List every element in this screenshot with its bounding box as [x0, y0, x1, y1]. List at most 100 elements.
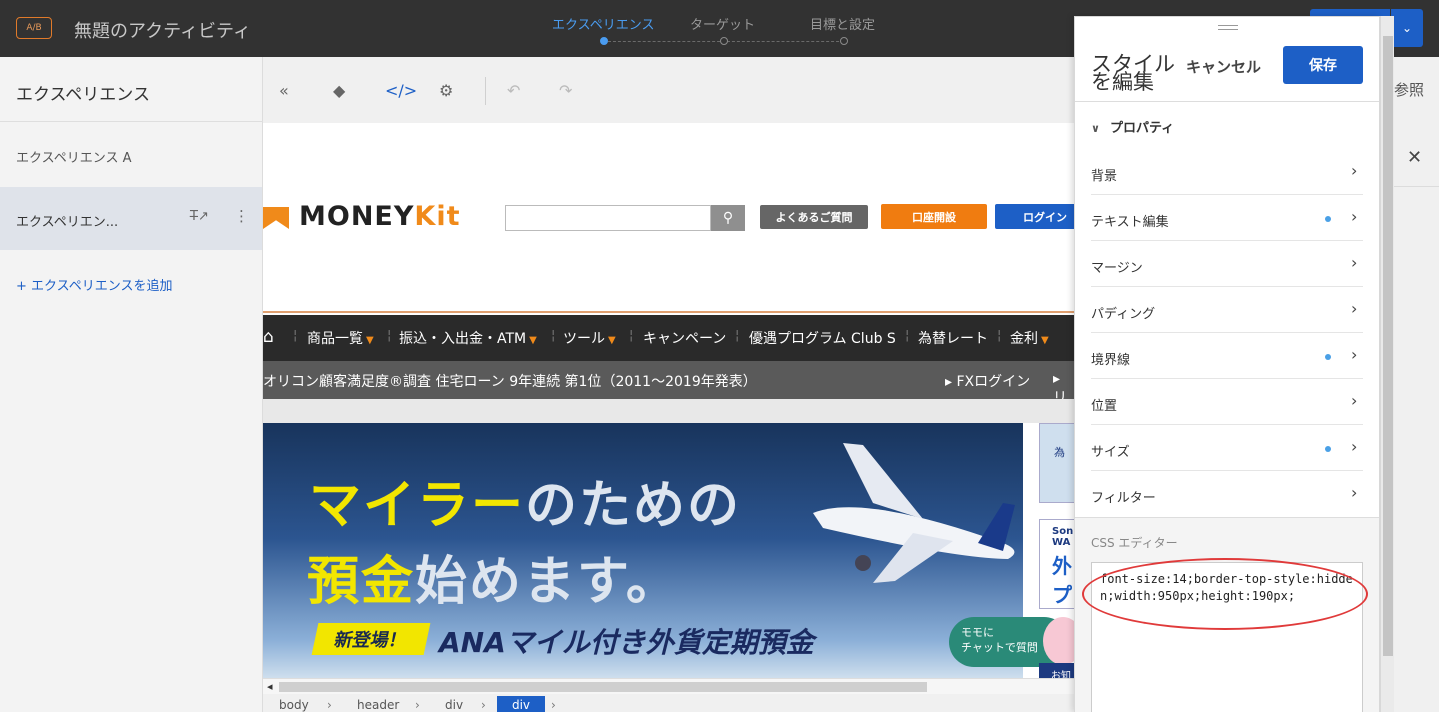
drag-handle-icon[interactable] — [1218, 25, 1238, 26]
nav-item-tools[interactable]: ツール ▼ — [563, 328, 616, 348]
chevron-down-icon: ∨ — [1091, 122, 1100, 135]
logo-mark-icon — [263, 207, 289, 229]
save-button[interactable]: 保存 — [1283, 46, 1363, 84]
panel-scrollbar[interactable] — [1380, 16, 1394, 712]
element-breadcrumb: body › header › div › div › — [263, 694, 1075, 712]
panel-scroll-thumb[interactable] — [1383, 36, 1393, 656]
breadcrumb-separator: › — [481, 698, 486, 712]
modified-dot — [1325, 216, 1331, 222]
nav-separator: ¦ — [387, 328, 392, 343]
step-dot-goals — [840, 37, 848, 45]
highlight-annotation — [1082, 558, 1368, 630]
more-options-icon[interactable]: ⋮ — [234, 207, 249, 225]
banner-headline-1: マイラーのための — [309, 476, 742, 536]
property-position[interactable]: 位置 › — [1091, 379, 1363, 425]
step-target[interactable]: ターゲット — [690, 14, 755, 33]
nav-item-interest[interactable]: 金利 ▼ — [1010, 328, 1049, 348]
nav-item-campaign[interactable]: キャンペーン — [643, 328, 726, 348]
scroll-thumb[interactable] — [279, 682, 927, 692]
modified-dot — [1325, 354, 1331, 360]
side-promo-2[interactable]: Son WA 外 プ — [1039, 519, 1075, 609]
step-goals-settings[interactable]: 目標と設定 — [810, 14, 875, 33]
nav-item-fx-rate[interactable]: 為替レート — [918, 328, 988, 348]
scroll-left-icon[interactable]: ◂ — [267, 680, 273, 693]
breadcrumb-separator: › — [551, 698, 556, 712]
nav-item-transfer[interactable]: 振込・入出金・ATM ▼ — [399, 328, 537, 348]
horizontal-scrollbar[interactable]: ◂ — [263, 678, 1075, 694]
collapse-icon[interactable]: « — [279, 81, 289, 100]
new-badge: 新登場！ — [311, 623, 431, 655]
oricon-award-text[interactable]: オリコン顧客満足度®調査 住宅ローン 9年連続 第1位（2011～2019年発表… — [263, 371, 757, 391]
spacer — [263, 399, 1075, 423]
hero-banner[interactable]: マイラーのための 預金始めます。 新登場！ ANAマイル付き外貨定期預金 — [263, 423, 1023, 679]
property-label: マージン — [1091, 261, 1143, 276]
rename-icon[interactable]: T̶↗ — [190, 209, 209, 224]
page-preview[interactable]: MONEYKit ⚲ よくあるご質問 口座開設 ログイン ⌂ ¦ 商品一覧 ▼ ¦… — [263, 123, 1075, 693]
settings-icon[interactable]: ⚙ — [439, 81, 453, 100]
modified-dot — [1325, 446, 1331, 452]
chevron-right-icon: › — [1351, 345, 1358, 364]
open-account-button[interactable]: 口座開設 — [881, 204, 987, 229]
property-margin[interactable]: マージン › — [1091, 241, 1363, 287]
chevron-right-icon: › — [1351, 207, 1358, 226]
breadcrumb-div[interactable]: div — [445, 698, 463, 712]
close-icon[interactable]: ✕ — [1407, 147, 1422, 168]
experience-b-item[interactable]: エクスペリエン... T̶↗ ⋮ — [0, 187, 262, 250]
property-padding[interactable]: パディング › — [1091, 287, 1363, 333]
property-label: 境界線 — [1091, 353, 1131, 368]
banner-product-name: ANAマイル付き外貨定期預金 — [439, 626, 814, 659]
breadcrumb-div-selected[interactable]: div — [497, 696, 545, 712]
ab-badge: A/B — [16, 17, 52, 39]
property-border[interactable]: 境界線 › — [1091, 333, 1363, 379]
site-search-button[interactable]: ⚲ — [711, 205, 745, 231]
nav-separator: ¦ — [735, 328, 740, 343]
faq-button[interactable]: よくあるご質問 — [760, 205, 868, 229]
layers-icon[interactable]: ◆ — [333, 81, 345, 100]
search-icon: ⚲ — [722, 210, 734, 226]
experience-a-item[interactable]: エクスペリエンス A — [16, 147, 131, 166]
property-label: テキスト編集 — [1091, 215, 1169, 230]
properties-header[interactable]: ∨ プロパティ — [1091, 117, 1174, 136]
add-experience-link[interactable]: + エクスペリエンスを追加 — [16, 275, 172, 294]
drag-handle-line — [1218, 29, 1238, 30]
property-label: パディング — [1091, 307, 1156, 322]
site-subbar: オリコン顧客満足度®調査 住宅ローン 9年連続 第1位（2011～2019年発表… — [263, 361, 1075, 406]
property-background[interactable]: 背景 › — [1091, 149, 1363, 195]
chevron-right-icon: › — [1351, 437, 1358, 456]
nav-separator: ¦ — [551, 328, 556, 343]
nav-item-club-s[interactable]: 優遇プログラム Club S — [749, 328, 896, 348]
banner-headline-2: 預金始めます。 — [307, 552, 680, 612]
nav-item-products[interactable]: 商品一覧 ▼ — [307, 328, 374, 348]
login-button[interactable]: ログイン — [995, 204, 1075, 229]
cancel-button[interactable]: キャンセル — [1186, 56, 1261, 77]
breadcrumb-header[interactable]: header — [357, 698, 399, 712]
chevron-right-icon: › — [1351, 391, 1358, 410]
chevron-right-icon: › — [1351, 161, 1358, 180]
browse-label[interactable]: 参照 — [1394, 79, 1424, 100]
step-experience[interactable]: エクスペリエンス — [552, 14, 654, 33]
airplane-icon — [813, 443, 1015, 583]
chevron-right-icon: › — [1351, 253, 1358, 272]
side-promo-1[interactable]: 為 — [1039, 423, 1075, 503]
activity-title[interactable]: 無題のアクティビティ — [74, 17, 251, 43]
experience-panel: エクスペリエンス エクスペリエンス A エクスペリエン... T̶↗ ⋮ + エ… — [0, 57, 263, 712]
code-icon[interactable]: </> — [385, 81, 417, 100]
style-editor-title: スタイルを編集 — [1091, 52, 1175, 94]
breadcrumb-separator: › — [415, 698, 420, 712]
primary-action-dropdown[interactable]: ⌄ — [1391, 9, 1423, 47]
nav-separator: ¦ — [997, 328, 1002, 343]
property-label: フィルター — [1091, 491, 1156, 506]
undo-icon[interactable]: ↶ — [507, 81, 520, 100]
property-label: 背景 — [1091, 169, 1118, 184]
home-icon[interactable]: ⌂ — [263, 327, 274, 347]
redo-icon[interactable]: ↷ — [559, 81, 572, 100]
site-search-input[interactable] — [505, 205, 711, 231]
fx-login-link[interactable]: ▸ FXログイン — [945, 371, 1030, 391]
property-size[interactable]: サイズ › — [1091, 425, 1363, 471]
site-logo[interactable]: MONEYKit — [299, 201, 461, 232]
breadcrumb-body[interactable]: body — [279, 698, 309, 712]
property-text[interactable]: テキスト編集 › — [1091, 195, 1363, 241]
site-header[interactable]: MONEYKit ⚲ よくあるご質問 口座開設 ログイン — [263, 123, 1075, 313]
property-filter[interactable]: フィルター › — [1091, 471, 1363, 517]
experience-b-label: エクスペリエン... — [16, 215, 119, 230]
